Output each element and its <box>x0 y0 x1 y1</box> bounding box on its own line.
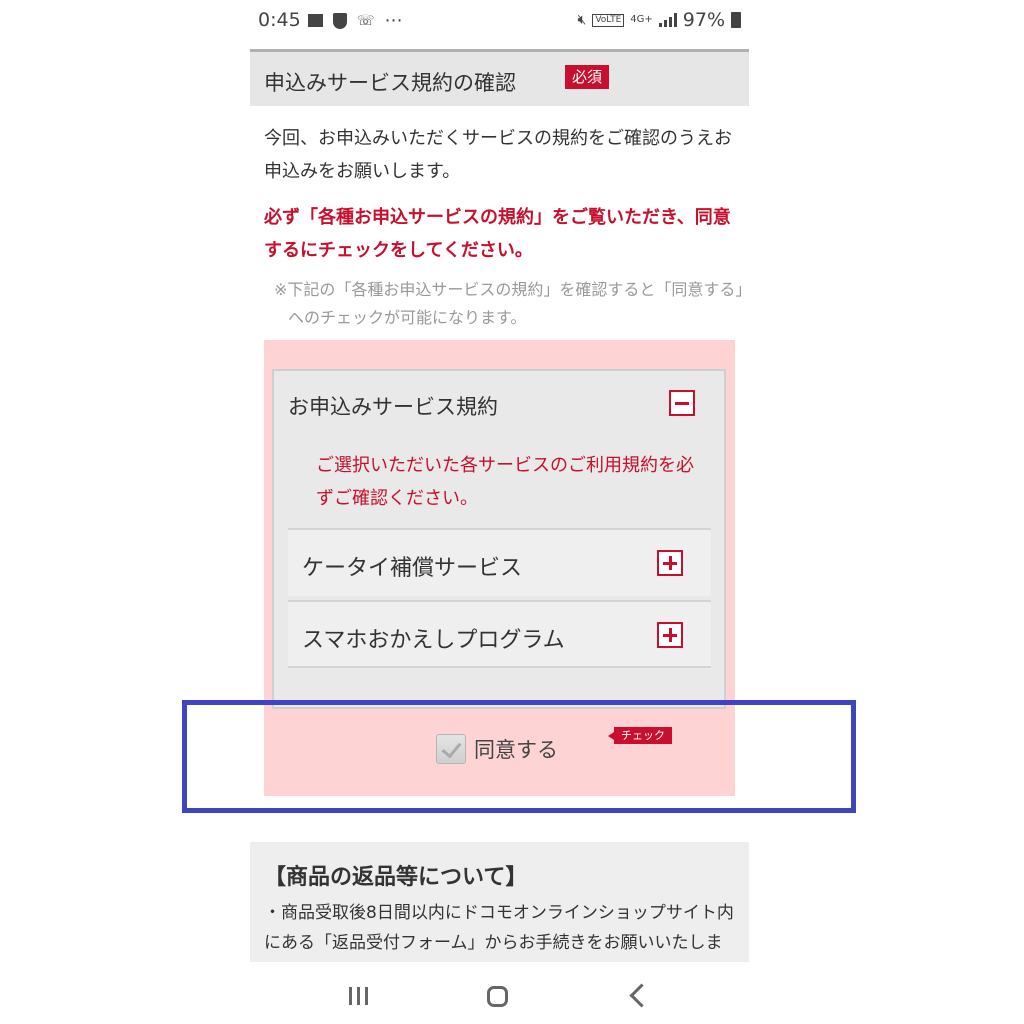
accordion-title: お申込みサービス規約 <box>288 395 498 419</box>
shield-icon <box>333 12 347 29</box>
signal-icon <box>658 13 677 27</box>
more-dots-icon: ⋯ <box>384 10 404 31</box>
battery-icon <box>731 12 741 28</box>
returns-box: 【商品の返品等について】 ・商品受取後8日間以内にドコモオンラインショップサイト… <box>250 842 749 962</box>
returns-title: 【商品の返品等について】 <box>264 865 528 890</box>
recent-apps-icon[interactable] <box>349 987 368 1005</box>
note-text: ※下記の「各種お申込サービスの規約」を確認すると「同意する」へのチェックが可能に… <box>274 280 744 327</box>
status-bar: 0:45 ☏ ⋯ 🔇︎ VoLTE 4G+ 97% <box>250 0 749 44</box>
expand-plus-icon[interactable] <box>657 550 683 576</box>
status-left-icons: ☏ ⋯ <box>308 10 404 31</box>
terms-item-label: スマホおかえしプログラム <box>302 628 565 653</box>
collapse-minus-icon[interactable] <box>669 390 695 416</box>
warning-text: 必ず「各種お申込サービスの規約」をご覧いただき、同意するにチェックをしてください… <box>264 207 731 261</box>
back-icon[interactable] <box>629 983 654 1008</box>
wifi-call-icon: ☏ <box>357 12 375 29</box>
terms-item-sumaho-okaeshi[interactable]: スマホおかえしプログラム <box>288 600 711 668</box>
intro-text: 今回、お申込みいただくサービスの規約をご確認のうえお申込みをお願いします。 <box>264 128 732 182</box>
accordion-note: ご選択いただいた各サービスのご利用規約を必ずご確認ください。 <box>316 455 694 509</box>
battery-percent: 97% <box>682 9 725 31</box>
status-time: 0:45 <box>258 9 301 31</box>
4g-icon: 4G+ <box>630 14 653 25</box>
returns-body: ・商品受取後8日間以内にドコモオンラインショップサイト内にある「返品受付フォーム… <box>264 903 734 953</box>
navigation-bar <box>250 963 749 1024</box>
home-icon[interactable] <box>487 986 508 1007</box>
section-header: 申込みサービス規約の確認 必須 <box>250 49 749 106</box>
phone-screen: 0:45 ☏ ⋯ 🔇︎ VoLTE 4G+ 97% 申込みサービス規約の確認 必… <box>250 0 749 1024</box>
image-icon <box>308 14 323 27</box>
terms-item-keitai-hosho[interactable]: ケータイ補償サービス <box>288 528 711 596</box>
mute-icon: 🔇︎ <box>577 12 587 28</box>
volte-icon: VoLTE <box>592 13 625 27</box>
terms-accordion: お申込みサービス規約 ご選択いただいた各サービスのご利用規約を必ずご確認ください… <box>272 369 726 709</box>
terms-item-label: ケータイ補償サービス <box>302 556 523 581</box>
highlight-box <box>182 700 856 813</box>
expand-plus-icon[interactable] <box>657 622 683 648</box>
section-title: 申込みサービス規約の確認 <box>264 71 516 95</box>
required-badge: 必須 <box>565 65 610 89</box>
status-right-icons: 🔇︎ VoLTE 4G+ 97% <box>577 9 741 31</box>
